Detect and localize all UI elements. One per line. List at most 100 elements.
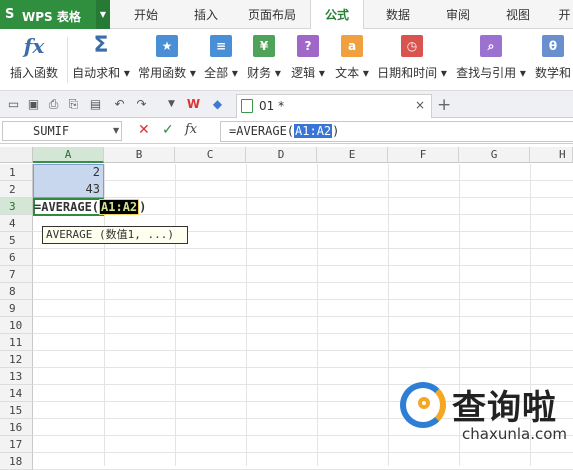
cube-icon[interactable]: ◆ xyxy=(210,97,225,112)
row-header-15[interactable]: 15 xyxy=(0,402,33,419)
math-book-icon: θ xyxy=(542,35,564,57)
formula-range-ref: A1:A2 xyxy=(294,124,333,138)
column-header-h[interactable]: H xyxy=(530,147,573,163)
ribbon-label: 常用函数 ▾ xyxy=(138,66,196,80)
grid-row-line xyxy=(33,265,573,266)
search-book-icon: ⌕ xyxy=(480,35,502,57)
row-header-1[interactable]: 1 xyxy=(0,164,33,181)
financial-functions-button[interactable]: ¥ 财务 ▾ xyxy=(245,33,283,87)
grid-row-line xyxy=(33,299,573,300)
cell-a2[interactable]: 43 xyxy=(36,182,100,196)
cell-a1[interactable]: 2 xyxy=(36,165,100,179)
row-header-10[interactable]: 10 xyxy=(0,317,33,334)
ribbon-label: 插入函数 xyxy=(9,66,58,80)
select-all-corner[interactable] xyxy=(0,147,33,163)
datetime-functions-button[interactable]: ◷ 日期和时间 ▾ xyxy=(375,33,449,87)
row-header-18[interactable]: 18 xyxy=(0,453,33,470)
row-header-16[interactable]: 16 xyxy=(0,419,33,436)
row-header-13[interactable]: 13 xyxy=(0,368,33,385)
app-title: WPS 表格 xyxy=(22,10,81,24)
grid-row-line xyxy=(33,350,573,351)
tab-review[interactable]: 审阅 xyxy=(438,0,478,29)
grid-row-line xyxy=(33,180,573,181)
ribbon-divider xyxy=(67,37,68,83)
undo-icon[interactable]: ↶ xyxy=(112,97,127,112)
print-icon[interactable]: ⎘ xyxy=(66,97,81,112)
cancel-formula-button[interactable]: ✕ xyxy=(138,122,150,138)
ribbon-label: 文本 ▾ xyxy=(335,66,369,80)
row-header-17[interactable]: 17 xyxy=(0,436,33,453)
fx-icon: fx xyxy=(23,34,45,58)
tab-view[interactable]: 视图 xyxy=(498,0,538,29)
row-header-3[interactable]: 3 xyxy=(0,198,33,215)
ribbon-label: 查找与引用 ▾ xyxy=(456,66,526,80)
folder-icon[interactable]: ▭ xyxy=(6,97,21,112)
wps-logo-icon: S xyxy=(5,7,15,22)
column-header-g[interactable]: G xyxy=(459,147,530,163)
ribbon-label: 数学和 xyxy=(535,66,572,80)
tab-data[interactable]: 数据 xyxy=(378,0,418,29)
grid-row-line xyxy=(33,316,573,317)
tab-page-layout[interactable]: 页面布局 xyxy=(240,0,304,29)
tab-insert[interactable]: 插入 xyxy=(186,0,226,29)
column-header-b[interactable]: B xyxy=(104,147,175,163)
common-functions-button[interactable]: ★ 常用函数 ▾ xyxy=(136,33,198,87)
row-header-7[interactable]: 7 xyxy=(0,266,33,283)
grid-row-line xyxy=(33,197,573,198)
print-preview-icon[interactable]: ⎙ xyxy=(46,97,61,112)
row-header-5[interactable]: 5 xyxy=(0,232,33,249)
ribbon-label: 全部 ▾ xyxy=(204,66,238,80)
redo-icon[interactable]: ↷ xyxy=(134,97,149,112)
row-header-11[interactable]: 11 xyxy=(0,334,33,351)
row-header-6[interactable]: 6 xyxy=(0,249,33,266)
row-header-9[interactable]: 9 xyxy=(0,300,33,317)
close-icon[interactable]: × xyxy=(415,98,425,112)
cell-editor[interactable]: =AVERAGE(A1:A2) xyxy=(34,199,146,215)
tab-developer[interactable]: 开 xyxy=(556,0,573,29)
chevron-down-icon[interactable]: ▼ xyxy=(96,0,110,29)
insert-function-fx-button[interactable]: fx xyxy=(185,122,197,137)
watermark-text: 查询啦 xyxy=(452,388,557,428)
autosum-button[interactable]: Σ 自动求和 ▾ xyxy=(70,33,132,87)
book-icon: ≡ xyxy=(210,35,232,57)
cell-formula-end: ) xyxy=(139,200,147,214)
formula-text: =AVERAGE( xyxy=(229,124,295,138)
logical-functions-button[interactable]: ? 逻辑 ▾ xyxy=(288,33,328,87)
grid-column-line xyxy=(317,164,318,466)
wps-logo-icon[interactable]: W xyxy=(186,97,201,112)
more-icon[interactable]: ▼ xyxy=(164,97,179,112)
column-header-f[interactable]: F xyxy=(388,147,459,163)
insert-function-button[interactable]: fx 插入函数 xyxy=(4,33,64,87)
lookup-reference-button[interactable]: ⌕ 查找与引用 ▾ xyxy=(453,33,529,87)
column-header-d[interactable]: D xyxy=(246,147,317,163)
new-tab-button[interactable]: + xyxy=(437,95,451,115)
cell-formula-text: =AVERAGE( xyxy=(34,200,100,214)
math-trig-button[interactable]: θ 数学和 xyxy=(533,33,573,87)
column-header-e[interactable]: E xyxy=(317,147,388,163)
document-tab[interactable]: 01 * × xyxy=(236,94,432,118)
tab-formulas[interactable]: 公式 xyxy=(310,0,364,30)
confirm-formula-button[interactable]: ✓ xyxy=(162,122,174,138)
app-menu-button[interactable]: S WPS 表格 ▼ xyxy=(0,0,110,29)
logic-book-icon: ? xyxy=(297,35,319,57)
row-header-12[interactable]: 12 xyxy=(0,351,33,368)
export-icon[interactable]: ▤ xyxy=(88,97,103,112)
tab-home[interactable]: 开始 xyxy=(126,0,166,29)
grid-column-line xyxy=(246,164,247,466)
spreadsheet-file-icon xyxy=(241,99,253,113)
save-icon[interactable]: ▣ xyxy=(26,97,41,112)
grid-row-line xyxy=(33,248,573,249)
row-header-8[interactable]: 8 xyxy=(0,283,33,300)
cell-formula-ref: A1:A2 xyxy=(99,199,140,215)
row-header-4[interactable]: 4 xyxy=(0,215,33,232)
row-header-14[interactable]: 14 xyxy=(0,385,33,402)
chevron-down-icon[interactable]: ▼ xyxy=(113,126,119,135)
name-box[interactable]: SUMIF xyxy=(2,121,122,141)
grid-row-line xyxy=(33,452,573,453)
all-functions-button[interactable]: ≡ 全部 ▾ xyxy=(202,33,240,87)
row-header-2[interactable]: 2 xyxy=(0,181,33,198)
text-functions-button[interactable]: a 文本 ▾ xyxy=(332,33,372,87)
formula-input[interactable]: =AVERAGE(A1:A2) xyxy=(220,121,573,142)
column-header-c[interactable]: C xyxy=(175,147,246,163)
column-header-a[interactable]: A xyxy=(33,147,104,163)
